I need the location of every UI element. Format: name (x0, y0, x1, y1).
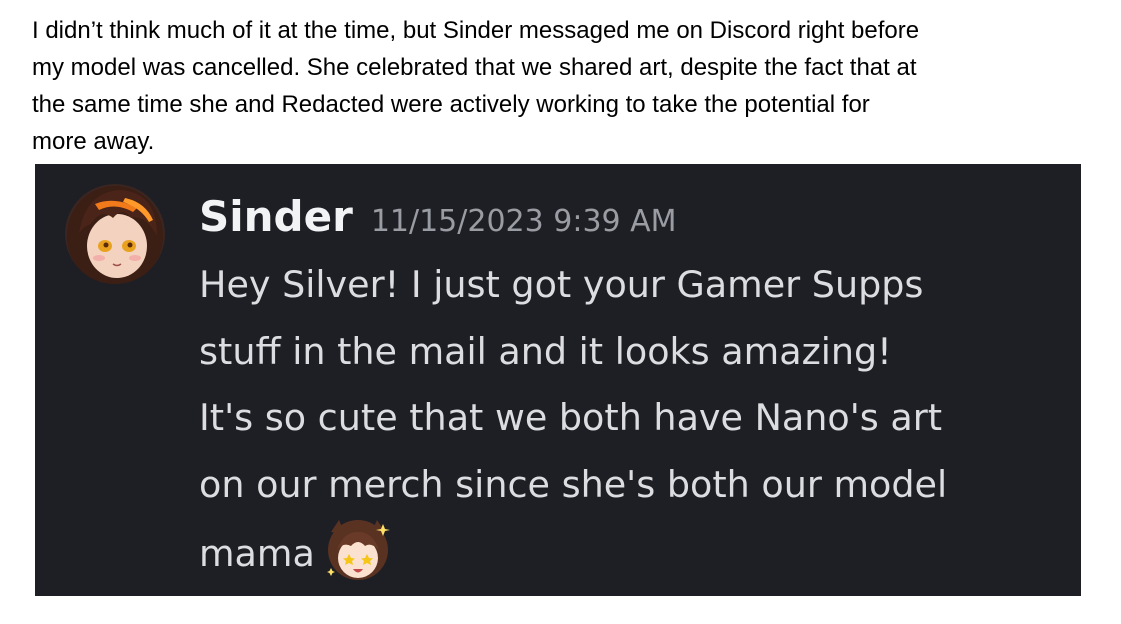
intro-line: more away. (32, 128, 155, 155)
username[interactable]: Sinder (199, 192, 353, 241)
star-eyes-emoji-icon[interactable] (325, 518, 391, 584)
intro-line: the same time she and Redacted were acti… (32, 91, 870, 118)
message-line: It's so cute that we both have Nano's ar… (199, 396, 943, 439)
message-line: on our merch since she's both our model (199, 462, 948, 506)
discord-message-screenshot: Sinder 11/15/2023 9:39 AM Hey Silver! I j… (35, 164, 1081, 596)
intro-paragraph: I didn’t think much of it at the time, b… (32, 12, 1102, 160)
message-line: stuff in the mail and it looks amazing! (199, 329, 892, 373)
intro-line: I didn’t think much of it at the time, b… (32, 17, 920, 44)
user-avatar-icon[interactable] (65, 184, 165, 284)
message-header: Sinder 11/15/2023 9:39 AM (199, 192, 677, 242)
message-content: Hey Silver! I just got your Gamer Supps … (199, 252, 1059, 588)
message-line: mama (199, 532, 315, 575)
intro-line: my model was cancelled. She celebrated t… (32, 54, 917, 81)
message-timestamp: 11/15/2023 9:39 AM (370, 204, 677, 239)
message-line-last: mama (199, 518, 1059, 588)
message-line: Hey Silver! I just got your Gamer Supps (199, 263, 924, 306)
